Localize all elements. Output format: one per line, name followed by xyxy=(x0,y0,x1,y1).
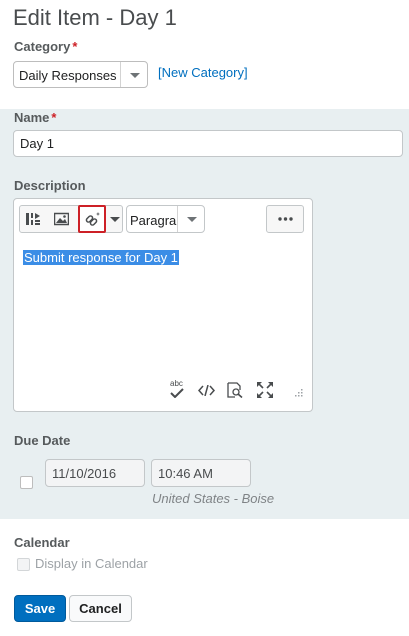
due-date-checkbox[interactable] xyxy=(20,476,33,489)
preview-button[interactable] xyxy=(227,382,245,398)
timezone-text: United States - Boise xyxy=(152,491,275,506)
fullscreen-button[interactable] xyxy=(257,382,275,398)
insert-stuff-icon xyxy=(26,213,40,225)
resize-handle-icon xyxy=(295,389,303,397)
insert-image-button[interactable] xyxy=(48,206,74,232)
spellcheck-icon xyxy=(170,388,184,398)
source-code-button[interactable] xyxy=(198,383,216,397)
description-label: Description xyxy=(14,178,86,193)
name-label-text: Name xyxy=(14,110,50,125)
page-title: Edit Item - Day 1 xyxy=(13,5,177,30)
description-editor[interactable]: Paragra Submit response for Day 1 abc xyxy=(13,198,313,412)
resize-handle[interactable] xyxy=(293,389,303,399)
spellcheck-button[interactable]: abc xyxy=(170,379,192,399)
calendar-label: Calendar xyxy=(14,535,70,550)
name-label: Name * xyxy=(14,110,56,125)
insert-stuff-button[interactable] xyxy=(20,206,46,232)
required-mark: * xyxy=(72,39,78,54)
preview-icon xyxy=(227,382,243,398)
description-content[interactable]: Submit response for Day 1 xyxy=(23,250,179,265)
chevron-down-icon xyxy=(177,206,204,232)
category-select[interactable]: Daily Responses xyxy=(13,61,148,88)
spellcheck-icon-label: abc xyxy=(170,379,183,388)
format-selected-value: Paragra xyxy=(130,213,177,228)
quicklink-icon xyxy=(85,212,101,226)
due-date-label: Due Date xyxy=(14,433,71,448)
cancel-button[interactable]: Cancel xyxy=(69,595,132,622)
more-icon xyxy=(278,217,293,221)
display-in-calendar-label: Display in Calendar xyxy=(35,556,148,571)
due-time-input[interactable] xyxy=(151,459,251,487)
insert-more-dropdown[interactable] xyxy=(108,206,122,232)
due-date-input[interactable] xyxy=(45,459,145,487)
new-category-link[interactable]: [New Category] xyxy=(158,65,248,80)
category-label-text: Category xyxy=(14,39,71,54)
display-in-calendar-checkbox[interactable] xyxy=(17,558,30,571)
save-button[interactable]: Save xyxy=(14,595,66,622)
chevron-down-icon xyxy=(120,62,147,87)
fullscreen-icon xyxy=(257,382,273,398)
image-icon xyxy=(54,212,69,226)
dropdown-arrow-icon xyxy=(110,217,120,222)
name-input[interactable] xyxy=(13,130,403,157)
source-code-icon xyxy=(198,385,215,396)
more-actions-button[interactable] xyxy=(266,205,304,233)
required-mark: * xyxy=(51,110,57,125)
category-label: Category * xyxy=(14,39,77,54)
category-selected-value: Daily Responses xyxy=(19,68,117,83)
format-select[interactable]: Paragra xyxy=(126,205,205,233)
insert-quicklink-button[interactable] xyxy=(78,205,106,233)
